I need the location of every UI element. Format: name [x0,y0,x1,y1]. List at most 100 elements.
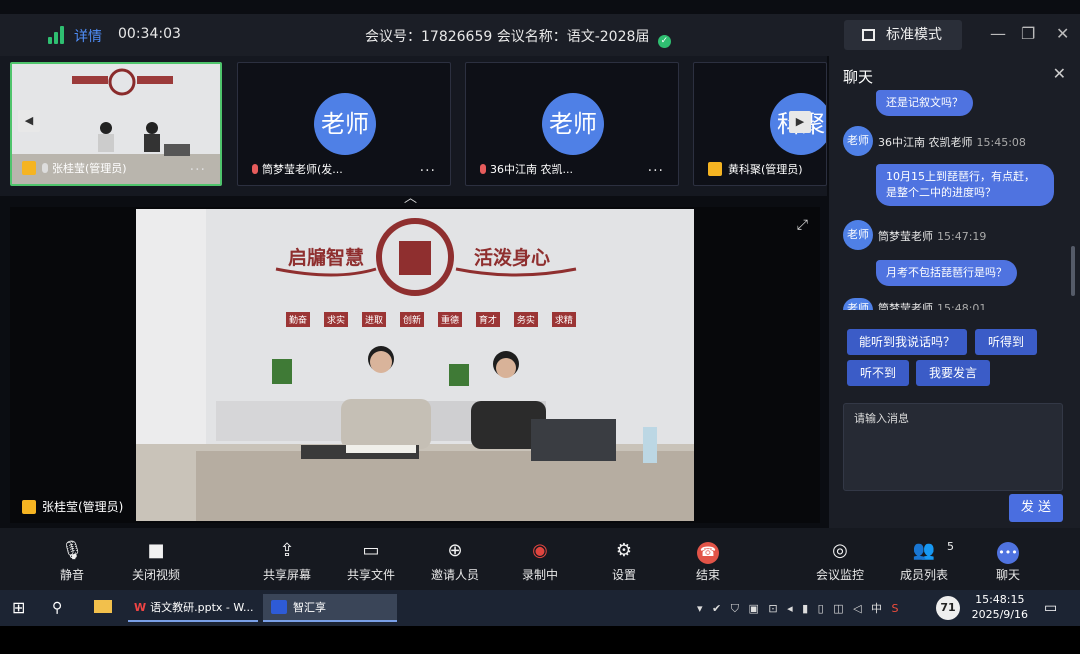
close-chat-icon[interactable]: ✕ [1053,64,1066,83]
avatar: 老师 [542,93,604,155]
message-time: 15:45:08 [976,136,1026,149]
system-tray[interactable]: ▾ ✔ ⛉ ▣ ⊡ ◂ ▮ ▯ ◫ ◁ 中 S [697,600,902,616]
user-badge-icon [22,500,36,514]
motto-tag: 创新 [399,312,424,327]
quick-reply-button[interactable]: 能听到我说话吗？ [847,329,967,355]
app-window: 详情 00:34:03 会议号：17826659 会议名称：语文-2028届 ✓… [0,0,1080,654]
prev-page-icon[interactable]: ◀ [18,110,40,132]
participant-name: 36中江南 农凯... [480,161,573,177]
meeting-monitor-button[interactable]: ◎ 会议监控 [805,540,875,583]
message-time: 15:47:19 [937,230,987,243]
motto-tag: 进取 [361,312,386,327]
file-explorer-icon[interactable] [94,594,114,622]
notification-icon[interactable]: ▭ [1044,594,1057,622]
tool-label: 会议监控 [815,568,864,582]
quick-reply-button[interactable]: 我要发言 [916,360,990,386]
quick-reply-button[interactable]: 听得到 [975,329,1037,355]
battery-indicator[interactable]: 71 [936,596,960,620]
wps-icon: W [134,601,147,614]
participant-tile[interactable]: 老师 筒梦莹老师(发... ··· [237,62,451,186]
screen-bezel [0,626,1080,654]
speaker-name-text: 张桂莹(管理员) [42,500,124,514]
more-icon[interactable]: ··· [190,162,206,178]
chat-sender: 筒梦莹老师 15:48:01 [878,300,986,310]
speaker-name: 张桂莹(管理员) [22,498,123,515]
tool-label: 关闭视频 [131,568,180,582]
mic-icon [42,163,48,173]
participant-tile[interactable]: 科聚 ▶ 黄科聚(管理员) [693,62,827,186]
video-feed: 启牖智慧 活泼身心 勤奋 求实 进取 创新 重德 育才 务实 求精 [136,209,694,521]
invite-button[interactable]: ⊕ 邀请人员 [420,540,490,583]
more-icon[interactable]: ··· [420,163,436,179]
avatar: 老师 [314,93,376,155]
taskbar-app-zhihuixiang[interactable]: 智汇享 [263,594,397,622]
message-time: 15:48:01 [937,302,987,310]
avatar: 老师 [843,298,873,310]
clock-date: 2025/9/16 [971,608,1028,621]
view-mode-button[interactable]: 标准模式 [844,20,962,50]
title-bar: 详情 00:34:03 会议号：17826659 会议名称：语文-2028届 ✓… [0,14,1080,56]
end-meeting-button[interactable]: ☎ 结束 [673,540,743,583]
signal-strength-icon[interactable] [48,26,66,44]
chat-scrollbar[interactable] [1071,246,1075,296]
tool-label: 聊天 [995,568,1020,582]
next-page-icon[interactable]: ▶ [789,111,811,133]
mic-icon: 🎙 [60,540,84,561]
stop-video-button[interactable]: ■ 关闭视频 [121,540,191,583]
sender-name: 36中江南 农凯老师 [878,136,973,149]
message-input[interactable]: 请输入消息 [843,403,1063,491]
meeting-timer: 00:34:03 [118,26,181,42]
member-count-badge: 5 [947,540,954,553]
participant-name-text: 黄科聚(管理员) [728,163,803,176]
motto-tag: 务实 [513,312,538,327]
chat-button[interactable]: ••• 聊天 [973,540,1043,583]
more-icon[interactable]: ··· [648,163,664,179]
taskbar-app-label: 语文教研.pptx - W... [150,601,254,614]
tool-label: 成员列表 [899,568,948,582]
settings-button[interactable]: ⚙ 设置 [589,540,659,583]
add-user-icon: ⊕ [447,540,463,561]
user-badge-icon [708,162,722,176]
fullscreen-icon[interactable]: ⤢ [797,217,808,233]
taskbar-app-label: 智汇享 [293,601,326,614]
system-clock[interactable]: 15:48:15 2025/9/16 [972,592,1028,622]
share-screen-button[interactable]: ⇪ 共享屏幕 [252,540,322,583]
send-button[interactable]: 发 送 [1009,494,1063,522]
share-file-button[interactable]: ▭ 共享文件 [336,540,406,583]
chat-message: 还是记叙文吗？ [876,90,973,116]
participant-name: 张桂莹(管理员) [22,160,127,176]
meeting-toolbar: 🎙 静音 ■ 关闭视频 ⇪ 共享屏幕 ▭ 共享文件 ⊕ 邀请人员 ◉ 录制中 ⚙ 设置 ☎ 结束… [0,528,1080,590]
meeting-info-text: 会议号：17826659 会议名称：语文-2028届 [365,29,650,45]
search-icon[interactable]: ⚲ [52,594,62,622]
tool-label: 邀请人员 [430,568,479,582]
windows-start-icon[interactable]: ⊞ [12,594,25,622]
record-button[interactable]: ◉ 录制中 [505,540,575,583]
webcam-icon: ◎ [832,540,848,561]
clock-time: 15:48:15 [975,593,1025,606]
participant-tile[interactable]: 老师 36中江南 农凯... ··· [465,62,679,186]
chat-title: 聊天 [843,68,874,86]
close-icon[interactable]: ✕ [1056,24,1069,43]
app-icon [271,600,287,614]
gear-icon: ⚙ [615,540,633,561]
user-badge-icon [22,161,36,175]
view-mode-label: 标准模式 [886,27,942,43]
tool-label: 共享屏幕 [262,568,311,582]
collapse-strip-icon[interactable]: ︿ [404,187,417,206]
restore-icon[interactable]: ❐ [1021,24,1035,43]
taskbar-app-wps[interactable]: W 语文教研.pptx - W... [128,594,258,622]
meeting-info: 会议号：17826659 会议名称：语文-2028届 ✓ [365,26,671,48]
motto-row: 勤奋 求实 进取 创新 重德 育才 务实 求精 [286,312,576,327]
ime-indicator[interactable]: 中 [871,602,885,615]
minimize-icon[interactable]: — [990,24,1006,43]
tool-label: 静音 [59,568,84,582]
mute-button[interactable]: 🎙 静音 [37,540,107,583]
classroom-scene [136,209,694,521]
os-taskbar: ⊞ ⚲ W 语文教研.pptx - W... 智汇享 ▾ ✔ ⛉ ▣ ⊡ ◂ ▮ … [0,590,1080,626]
quick-reply-button[interactable]: 听不到 [847,360,909,386]
details-link[interactable]: 详情 [74,26,102,46]
member-list-button[interactable]: 👥 成员列表 5 [889,540,959,583]
grid-icon [862,29,875,41]
chat-icon: ••• [973,540,1043,564]
participant-tile[interactable]: ◀ 张桂莹(管理员) ··· [10,62,222,186]
